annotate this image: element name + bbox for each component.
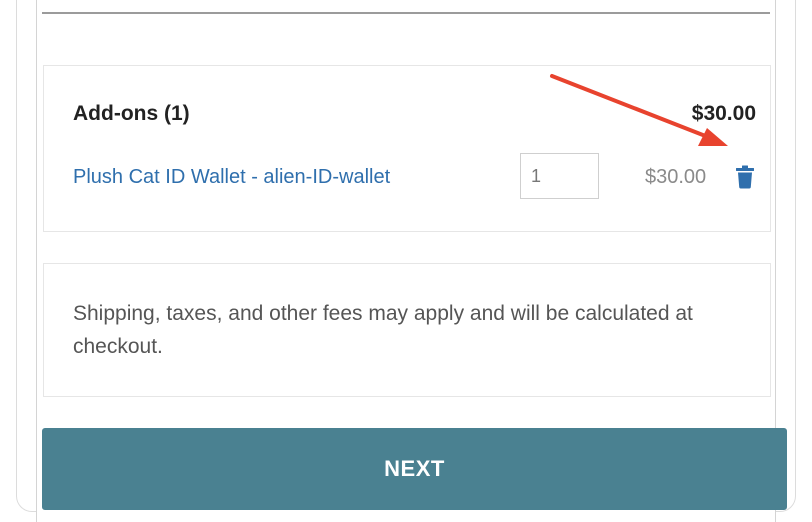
addons-title: Add-ons (1) bbox=[73, 102, 190, 125]
addon-item-link[interactable]: Plush Cat ID Wallet - alien-ID-wallet bbox=[73, 166, 390, 189]
remove-item-button[interactable] bbox=[735, 165, 755, 189]
shipping-notice-text: Shipping, taxes, and other fees may appl… bbox=[73, 302, 693, 358]
trash-icon bbox=[736, 165, 754, 189]
shipping-notice-card: Shipping, taxes, and other fees may appl… bbox=[43, 263, 771, 397]
section-divider bbox=[42, 12, 770, 14]
quantity-input[interactable] bbox=[520, 153, 599, 199]
addons-total: $30.00 bbox=[691, 102, 756, 125]
addon-item-price: $30.00 bbox=[645, 166, 707, 188]
addons-card: Add-ons (1) $30.00 Plush Cat ID Wallet -… bbox=[43, 65, 771, 232]
next-button[interactable]: NEXT bbox=[42, 428, 787, 510]
